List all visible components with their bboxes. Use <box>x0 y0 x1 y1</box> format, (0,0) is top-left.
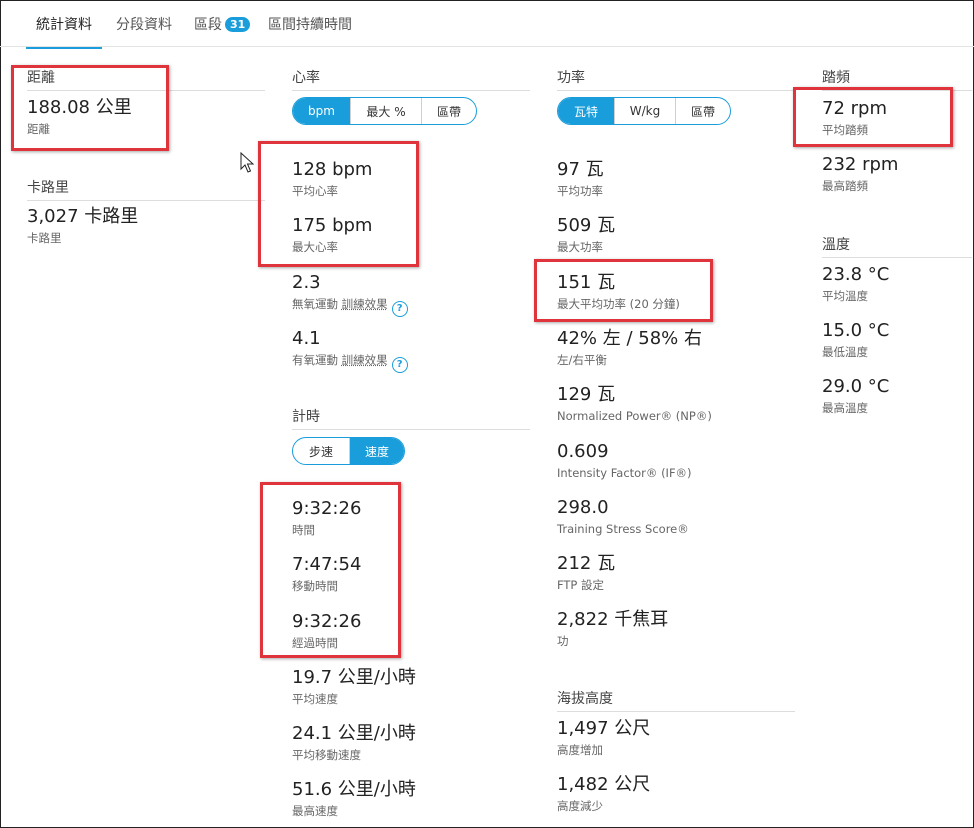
hr-zones-option[interactable]: 區帶 <box>421 98 476 124</box>
lr-balance-value: 42% 左 / 58% 右 <box>557 328 702 349</box>
anaerobic-training-effect-link[interactable]: 訓練效果 <box>342 297 388 311</box>
avg-temperature-label: 平均溫度 <box>822 289 868 303</box>
temperature-section-title: 溫度 <box>822 234 972 258</box>
min-temperature-value: 15.0 °C <box>822 320 890 341</box>
work-value: 2,822 千焦耳 <box>557 609 669 630</box>
work-stat: 2,822 千焦耳 功 <box>557 609 668 649</box>
avg-speed-label: 平均速度 <box>292 692 338 706</box>
pace-option[interactable]: 步速 <box>293 438 349 464</box>
max-cadence-stat: 232 rpm 最高踏頻 <box>822 154 898 194</box>
power-zones-option[interactable]: 區帶 <box>675 98 730 124</box>
aerobic-te-value: 4.1 <box>292 328 321 349</box>
max-power-stat: 509 瓦 最大功率 <box>557 215 615 255</box>
tab-stats[interactable]: 統計資料 <box>26 14 102 49</box>
lr-balance-stat: 42% 左 / 58% 右 左/右平衡 <box>557 328 702 368</box>
if-value: 0.609 <box>557 441 609 462</box>
help-icon[interactable]: ? <box>391 301 408 317</box>
avg-moving-speed-stat: 24.1 公里/小時 平均移動速度 <box>292 723 416 763</box>
calories-stat: 3,027 卡路里 卡路里 <box>27 206 138 246</box>
calories-label: 卡路里 <box>27 231 62 245</box>
lr-balance-label: 左/右平衡 <box>557 353 607 367</box>
anaerobic-te-label: 無氧運動 訓練效果? <box>292 296 408 317</box>
heart-rate-section-title: 心率 <box>292 67 530 91</box>
ftp-label: FTP 設定 <box>557 578 605 592</box>
max-speed-value: 51.6 公里/小時 <box>292 779 416 800</box>
max-power-value: 509 瓦 <box>557 215 616 236</box>
max-power-label: 最大功率 <box>557 240 603 254</box>
hr-max-percent-option[interactable]: 最大 % <box>350 98 421 124</box>
elevation-loss-label: 高度減少 <box>557 799 603 813</box>
tss-stat: 298.0 Training Stress Score® <box>557 497 689 537</box>
calories-value: 3,027 卡路里 <box>27 206 139 227</box>
timing-section-title: 計時 <box>292 406 530 430</box>
elevation-gain-label: 高度增加 <box>557 743 603 757</box>
elevation-loss-value: 1,482 公尺 <box>557 774 651 795</box>
elevation-loss-stat: 1,482 公尺 高度減少 <box>557 774 650 814</box>
pace-speed-toggle: 步速 速度 <box>292 437 405 465</box>
anaerobic-te-stat: 2.3 無氧運動 訓練效果? <box>292 272 408 317</box>
power-unit-toggle: 瓦特 W/kg 區帶 <box>557 97 731 125</box>
hr-bpm-option[interactable]: bpm <box>293 98 350 124</box>
max-temperature-value: 29.0 °C <box>822 376 890 397</box>
cadence-highlight-box <box>793 87 953 147</box>
tab-interval-duration[interactable]: 區間持續時間 <box>268 14 352 46</box>
speed-option[interactable]: 速度 <box>349 438 404 464</box>
tab-splits[interactable]: 分段資料 <box>116 14 172 46</box>
tab-segments[interactable]: 區段 31 <box>194 14 251 46</box>
avg-power-label: 平均功率 <box>557 184 603 198</box>
avg-moving-speed-label: 平均移動速度 <box>292 748 361 762</box>
tss-value: 298.0 <box>557 497 609 518</box>
max-cadence-value: 232 rpm <box>822 154 899 175</box>
max-speed-label: 最高速度 <box>292 804 338 818</box>
if-label: Intensity Factor® (IF®) <box>557 466 692 480</box>
work-label: 功 <box>557 634 569 648</box>
help-icon[interactable]: ? <box>391 357 408 373</box>
tab-divider <box>0 46 974 47</box>
max-20min-power-highlight-box <box>534 259 713 322</box>
heart-rate-unit-toggle: bpm 最大 % 區帶 <box>292 97 477 125</box>
anaerobic-te-value: 2.3 <box>292 272 321 293</box>
min-temperature-label: 最低溫度 <box>822 345 868 359</box>
ftp-stat: 212 瓦 FTP 設定 <box>557 553 615 593</box>
power-section-title: 功率 <box>557 67 795 91</box>
avg-temperature-value: 23.8 °C <box>822 264 890 285</box>
aerobic-training-effect-link[interactable]: 訓練效果 <box>342 353 388 367</box>
power-wkg-option[interactable]: W/kg <box>614 98 675 124</box>
avg-temperature-stat: 23.8 °C 平均溫度 <box>822 264 889 304</box>
elevation-section-title: 海拔高度 <box>557 688 795 712</box>
max-temperature-label: 最高溫度 <box>822 401 868 415</box>
np-label: Normalized Power® (NP®) <box>557 409 712 423</box>
heart-rate-highlight-box <box>258 141 419 267</box>
np-value: 129 瓦 <box>557 384 616 405</box>
avg-moving-speed-value: 24.1 公里/小時 <box>292 723 416 744</box>
elevation-gain-stat: 1,497 公尺 高度增加 <box>557 718 650 758</box>
max-cadence-label: 最高踏頻 <box>822 179 868 193</box>
elevation-gain-value: 1,497 公尺 <box>557 718 651 739</box>
max-speed-stat: 51.6 公里/小時 最高速度 <box>292 779 416 819</box>
calories-section-title: 卡路里 <box>27 177 265 201</box>
segments-count-badge: 31 <box>225 17 251 32</box>
timing-highlight-box <box>260 482 401 658</box>
power-watts-option[interactable]: 瓦特 <box>558 98 614 124</box>
distance-highlight-box <box>11 65 169 151</box>
avg-speed-value: 19.7 公里/小時 <box>292 667 416 688</box>
aerobic-te-label: 有氧運動 訓練效果? <box>292 352 408 373</box>
avg-power-stat: 97 瓦 平均功率 <box>557 159 604 199</box>
min-temperature-stat: 15.0 °C 最低溫度 <box>822 320 889 360</box>
if-stat: 0.609 Intensity Factor® (IF®) <box>557 441 692 481</box>
avg-speed-stat: 19.7 公里/小時 平均速度 <box>292 667 416 707</box>
avg-power-value: 97 瓦 <box>557 159 604 180</box>
ftp-value: 212 瓦 <box>557 553 616 574</box>
aerobic-te-stat: 4.1 有氧運動 訓練效果? <box>292 328 408 373</box>
np-stat: 129 瓦 Normalized Power® (NP®) <box>557 384 712 424</box>
max-temperature-stat: 29.0 °C 最高溫度 <box>822 376 889 416</box>
mouse-cursor-icon <box>240 152 254 173</box>
tss-label: Training Stress Score® <box>557 522 689 536</box>
